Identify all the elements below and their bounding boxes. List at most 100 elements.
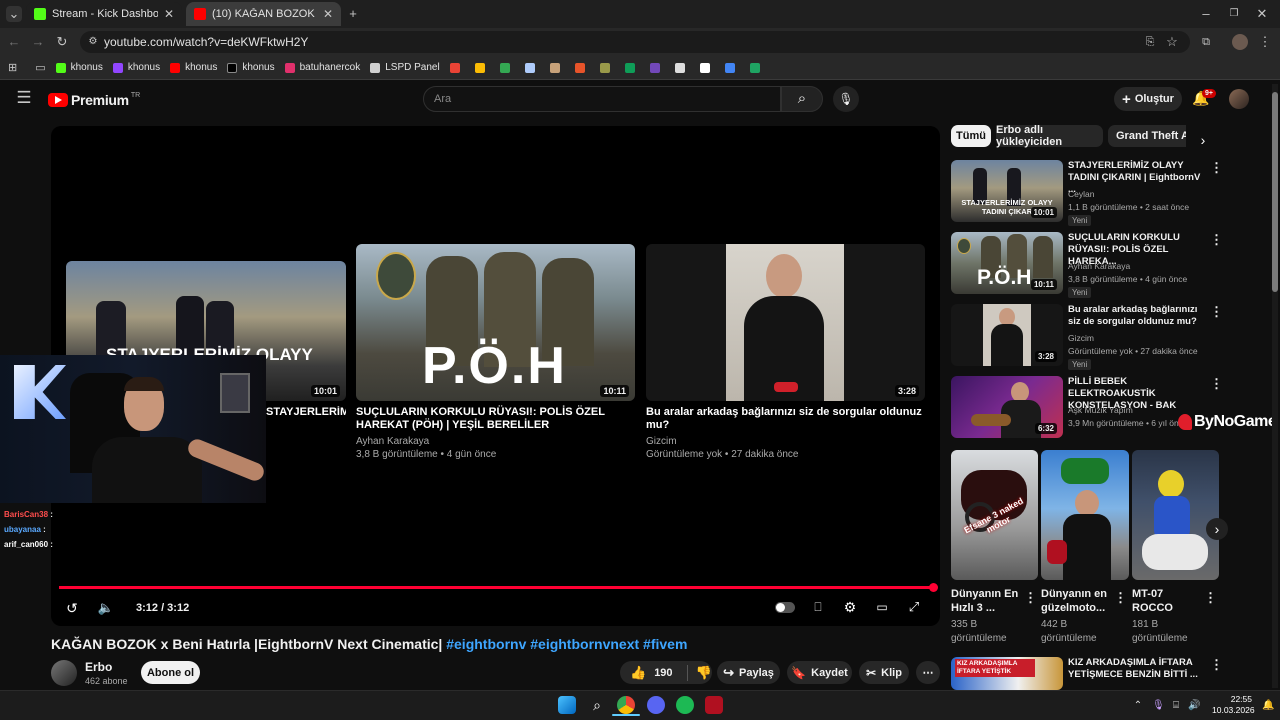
extensions-icon[interactable]: ⧉: [1198, 34, 1214, 50]
bookmark-star-icon[interactable]: ☆: [1164, 34, 1180, 50]
close-tab-icon[interactable]: ✕: [323, 7, 333, 21]
subscribe-button[interactable]: Abone ol: [141, 661, 200, 684]
progress-scrubber[interactable]: [929, 583, 938, 592]
search-input[interactable]: Ara: [423, 86, 781, 112]
chip-all[interactable]: Tümü: [951, 125, 991, 147]
create-button[interactable]: + Oluştur: [1114, 87, 1182, 111]
bookmark-docs[interactable]: [524, 62, 540, 73]
sidebar-thumbnail-2[interactable]: P.Ö.H 10:11: [951, 232, 1063, 294]
sidebar-thumbnail-1[interactable]: STAJYERLERİMİZ OLAYY TADINI ÇIKAR 10:01: [951, 160, 1063, 222]
close-window-icon[interactable]: ✕: [1254, 6, 1270, 22]
save-button[interactable]: 🔖 Kaydet: [787, 661, 852, 684]
discord-taskbar-icon[interactable]: [647, 696, 665, 714]
theater-mode-icon[interactable]: ▭: [873, 599, 891, 615]
apps-icon[interactable]: ⊞: [8, 60, 17, 76]
channel-avatar[interactable]: [51, 660, 77, 686]
short-title-1[interactable]: Dünyanın En Hızlı 3 ...: [951, 587, 1031, 615]
short-thumbnail-1[interactable]: Efsane 3 naked motor: [951, 450, 1038, 580]
scrollbar-thumb[interactable]: [1272, 92, 1278, 292]
settings-gear-icon[interactable]: ⚙: [841, 599, 859, 615]
chrome-taskbar-icon[interactable]: [617, 696, 635, 714]
bookmark-extension[interactable]: [574, 62, 590, 73]
channel-name[interactable]: Erbo: [85, 660, 112, 674]
bookmark-khonus-kick[interactable]: khonus: [55, 62, 103, 73]
chip-from-uploader[interactable]: Erbo adlı yükleyiciden: [996, 124, 1103, 148]
youtube-premium-logo[interactable]: Premium TR: [48, 92, 140, 108]
chip-gta[interactable]: Grand Theft Aut: [1108, 125, 1186, 147]
sidebar-title-5[interactable]: KIZ ARKADAŞIMLA İFTARA YETİŞMECE BENZİN …: [1068, 657, 1202, 681]
forward-icon[interactable]: →: [30, 34, 46, 50]
sidebar-more-icon[interactable]: ⋮: [1210, 377, 1223, 390]
account-avatar[interactable]: [1229, 89, 1249, 109]
more-actions-button[interactable]: ⋯: [916, 661, 940, 684]
short-more-icon[interactable]: ⋮: [1204, 591, 1217, 604]
sidebar-channel-3[interactable]: Gizcim: [1068, 332, 1094, 344]
chips-next-icon[interactable]: ›: [1196, 132, 1210, 148]
taskbar-search-icon[interactable]: ⌕: [588, 697, 606, 713]
menu-icon[interactable]: ⋮: [1258, 34, 1272, 50]
search-button[interactable]: ⌕: [781, 86, 823, 112]
address-bar[interactable]: youtube.com/watch?v=deKWFktwH2Y: [80, 31, 1190, 53]
like-icon[interactable]: 👍: [630, 665, 646, 681]
bookmark-gmail[interactable]: [449, 62, 465, 73]
bookmark-khonus-youtube[interactable]: khonus: [170, 62, 217, 73]
tab-youtube-video[interactable]: (10) KAĞAN BOZOK x Beni Hatırla ✕: [186, 2, 341, 26]
sidebar-channel-2[interactable]: Ayhan Karakaya: [1068, 260, 1130, 272]
spotify-taskbar-icon[interactable]: [676, 696, 694, 714]
maximize-icon[interactable]: ❐: [1226, 6, 1242, 22]
endcard-title-3[interactable]: Bu aralar arkadaş bağlarınızı siz de sor…: [646, 406, 925, 432]
folder-icon[interactable]: ▭: [35, 60, 45, 76]
tab-search-icon[interactable]: ⌄: [6, 6, 22, 22]
sidebar-thumbnail-3[interactable]: 3:28: [951, 304, 1063, 366]
endcard-title-1[interactable]: STAYJERLERİMİZ OLAYY TADINI ÇIKARIN | Ei…: [266, 406, 346, 419]
tray-volume-icon[interactable]: 🔊: [1188, 698, 1200, 714]
bookmark-forms[interactable]: [649, 62, 665, 73]
video-hashtags[interactable]: #eightbornv #eightbornvnext #fivem: [446, 636, 687, 652]
sidebar-more-icon[interactable]: ⋮: [1210, 658, 1223, 671]
cast-icon[interactable]: ⎘: [1142, 34, 1158, 50]
sidebar-more-icon[interactable]: ⋮: [1210, 305, 1223, 318]
bookmark-keep[interactable]: [724, 62, 740, 73]
bookmark-khonus-x[interactable]: khonus: [227, 62, 275, 73]
volume-icon[interactable]: 🔈: [97, 600, 115, 616]
back-icon[interactable]: ←: [6, 34, 22, 50]
taskbar-clock[interactable]: 22:55 10.03.2026: [1212, 694, 1255, 716]
endcard-channel-2[interactable]: Ayhan Karakaya: [356, 435, 429, 448]
bookmark-gmail[interactable]: [474, 62, 490, 73]
endcard-thumbnail-3[interactable]: 3:28: [646, 244, 925, 401]
dislike-icon[interactable]: 👎: [686, 664, 712, 681]
tray-mic-icon[interactable]: 🎙: [1152, 698, 1165, 714]
bookmark-extension[interactable]: [599, 62, 615, 73]
tray-network-icon[interactable]: ⌸: [1170, 698, 1182, 714]
short-more-icon[interactable]: ⋮: [1114, 591, 1127, 604]
short-more-icon[interactable]: ⋮: [1024, 591, 1037, 604]
bookmark-instagram[interactable]: batuhanercok: [284, 62, 360, 73]
bookmark-lspd-panel[interactable]: LSPD Panel: [370, 62, 440, 73]
endcard-title-2[interactable]: SUÇLULARIN KORKULU RÜYASI!: POLİS ÖZEL H…: [356, 406, 635, 432]
bookmark-extension[interactable]: [549, 62, 565, 73]
bookmark-extension[interactable]: [699, 62, 715, 73]
sidebar-more-icon[interactable]: ⋮: [1210, 161, 1223, 174]
page-scrollbar[interactable]: [1272, 84, 1278, 688]
close-tab-icon[interactable]: ✕: [164, 7, 174, 21]
reload-icon[interactable]: ↻: [54, 34, 70, 50]
app-taskbar-icon[interactable]: [705, 696, 723, 714]
sidebar-thumbnail-4[interactable]: 6:32: [951, 376, 1063, 438]
progress-track[interactable]: [59, 586, 934, 589]
fullscreen-icon[interactable]: ⤢: [905, 599, 923, 615]
bookmark-gmail[interactable]: [499, 62, 515, 73]
hamburger-menu-icon[interactable]: ☰: [14, 89, 34, 106]
tray-overflow-icon[interactable]: ⌃: [1132, 698, 1144, 714]
short-title-2[interactable]: Dünyanın en güzelmoto...: [1041, 587, 1111, 615]
endcard-channel-3[interactable]: Gizcim: [646, 435, 677, 448]
tray-notification-icon[interactable]: 🔔: [1262, 698, 1274, 714]
site-info-icon[interactable]: ⚙: [86, 34, 100, 50]
bookmark-khonus-twitch[interactable]: khonus: [112, 62, 160, 73]
sidebar-channel-1[interactable]: Ceylan: [1068, 188, 1094, 200]
bookmark-sheets[interactable]: [624, 62, 640, 73]
bookmark-extension[interactable]: [674, 62, 690, 73]
clip-button[interactable]: ✂ Klip: [859, 661, 909, 684]
endcard-thumbnail-2[interactable]: P.Ö.H 10:11: [356, 244, 635, 401]
short-thumbnail-3[interactable]: [1132, 450, 1219, 580]
share-button[interactable]: ↪ Paylaş: [717, 661, 780, 684]
